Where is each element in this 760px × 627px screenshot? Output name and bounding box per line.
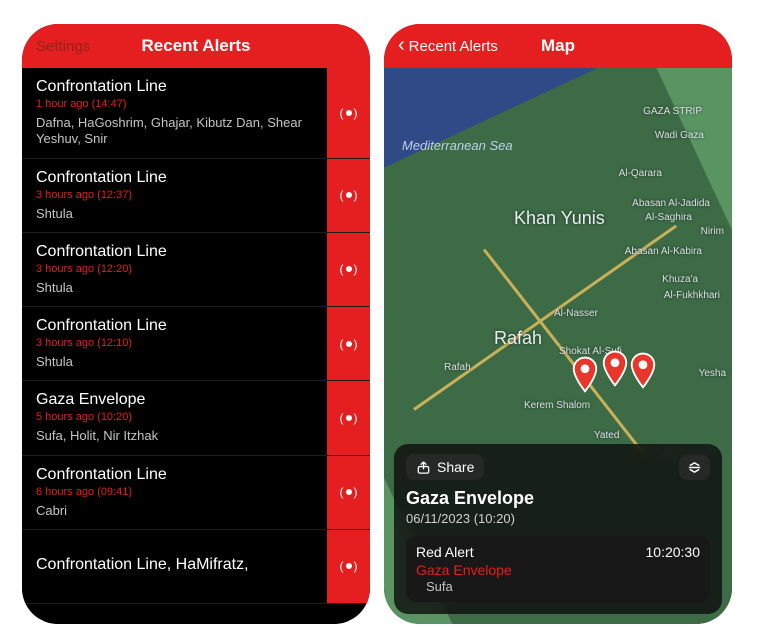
map-label-nirim: Nirim: [701, 226, 724, 237]
alert-row[interactable]: Confrontation Line 6 hours ago (09:41) C…: [22, 456, 370, 530]
map-label-yated: Yated: [594, 430, 619, 441]
map[interactable]: Mediterranean Sea GAZA STRIP Wadi Gaza A…: [384, 68, 732, 624]
alert-time: 10:20:30: [646, 544, 701, 560]
map-pin-icon[interactable]: [628, 352, 658, 390]
alert-detail-card: Share Gaza Envelope 06/11/2023 (10:20) R…: [394, 444, 722, 614]
alert-row[interactable]: Confrontation Line 1 hour ago (14:47) Da…: [22, 68, 370, 159]
alert-title: Confrontation Line: [36, 243, 312, 261]
settings-button[interactable]: Settings: [36, 38, 90, 55]
map-label-khuzaa: Khuza'a: [662, 274, 698, 285]
nav-bar: ‹ Recent Alerts Map: [384, 24, 732, 68]
alerts-list-screen: Settings Recent Alerts Confrontation Lin…: [22, 24, 370, 624]
alert-locations: Dafna, HaGoshrim, Ghajar, Kibutz Dan, Sh…: [36, 115, 312, 148]
sea-label: Mediterranean Sea: [402, 138, 513, 153]
alert-type: Red Alert: [416, 544, 474, 560]
alert-action-button[interactable]: (): [326, 530, 370, 603]
back-label: Recent Alerts: [409, 38, 498, 55]
alert-row[interactable]: Confrontation Line, HaMifratz, (): [22, 530, 370, 604]
alert-row[interactable]: Confrontation Line 3 hours ago (12:37) S…: [22, 159, 370, 233]
page-title: Map: [541, 36, 575, 56]
map-label-nasser: Al-Nasser: [554, 308, 598, 319]
alert-action-button[interactable]: (): [326, 456, 370, 529]
share-button[interactable]: Share: [406, 454, 484, 480]
nav-bar: Settings Recent Alerts: [22, 24, 370, 68]
collapse-button[interactable]: [679, 455, 710, 480]
broadcast-icon: (): [340, 559, 358, 573]
map-pin-icon[interactable]: [600, 350, 630, 388]
back-button[interactable]: ‹ Recent Alerts: [398, 37, 498, 55]
map-label-khan-yunis: Khan Yunis: [514, 208, 605, 229]
share-icon: [416, 460, 431, 475]
map-label-yesha: Yesha: [699, 368, 726, 379]
alert-time: 5 hours ago (10:20): [36, 411, 312, 423]
alert-time: 3 hours ago (12:20): [36, 263, 312, 275]
alert-row[interactable]: Confrontation Line 3 hours ago (12:20) S…: [22, 233, 370, 307]
alert-time: 6 hours ago (09:41): [36, 486, 312, 498]
map-label-abasan-k: Abasan Al-Kabira: [625, 246, 702, 257]
broadcast-icon: (): [340, 411, 358, 425]
broadcast-icon: (): [340, 106, 358, 120]
map-label-gaza-strip: GAZA STRIP: [643, 106, 702, 117]
map-label-kerem: Kerem Shalom: [524, 400, 590, 411]
map-pin-icon[interactable]: [570, 356, 600, 394]
map-label-wadi: Wadi Gaza: [655, 130, 704, 141]
alert-action-button[interactable]: (): [326, 159, 370, 232]
alert-title: Confrontation Line: [36, 78, 312, 96]
broadcast-icon: (): [340, 485, 358, 499]
alert-locations: Shtula: [36, 206, 312, 222]
map-screen: ‹ Recent Alerts Map Mediterranean Sea GA…: [384, 24, 732, 624]
alert-row[interactable]: Gaza Envelope 5 hours ago (10:20) Sufa, …: [22, 381, 370, 455]
broadcast-icon: (): [340, 337, 358, 351]
alert-title: Confrontation Line, HaMifratz,: [36, 556, 312, 574]
alert-locations: Sufa, Holit, Nir Itzhak: [36, 428, 312, 444]
alert-action-button[interactable]: (): [326, 68, 370, 158]
alert-subcard[interactable]: Red Alert 10:20:30 Gaza Envelope Sufa: [406, 536, 710, 602]
alert-action-button[interactable]: (): [326, 381, 370, 454]
alert-time: 3 hours ago (12:37): [36, 189, 312, 201]
map-label-fukhkhari: Al-Fukhkhari: [664, 290, 720, 301]
broadcast-icon: (): [340, 188, 358, 202]
card-title: Gaza Envelope: [406, 488, 710, 509]
map-label-rafah-big: Rafah: [494, 328, 542, 349]
card-datetime: 06/11/2023 (10:20): [406, 511, 710, 526]
alert-region: Gaza Envelope: [416, 562, 700, 578]
alert-locations: Shtula: [36, 354, 312, 370]
alert-action-button[interactable]: (): [326, 233, 370, 306]
settings-label: Settings: [36, 38, 90, 55]
alerts-list[interactable]: Confrontation Line 1 hour ago (14:47) Da…: [22, 68, 370, 624]
alert-title: Confrontation Line: [36, 169, 312, 187]
map-label-abasan-j: Abasan Al-Jadida: [632, 198, 710, 209]
alert-time: 3 hours ago (12:10): [36, 337, 312, 349]
alert-locations: Shtula: [36, 280, 312, 296]
share-label: Share: [437, 459, 474, 475]
map-label-rafah-sm: Rafah: [444, 362, 471, 373]
alert-title: Gaza Envelope: [36, 391, 312, 409]
alert-row[interactable]: Confrontation Line 3 hours ago (12:10) S…: [22, 307, 370, 381]
collapse-icon: [687, 460, 702, 475]
page-title: Recent Alerts: [142, 36, 251, 56]
alert-title: Confrontation Line: [36, 317, 312, 335]
broadcast-icon: (): [340, 262, 358, 276]
alert-locations: Cabri: [36, 503, 312, 519]
alert-title: Confrontation Line: [36, 466, 312, 484]
chevron-left-icon: ‹: [398, 35, 405, 55]
map-label-qarara: Al-Qarara: [619, 168, 662, 179]
alert-location: Sufa: [416, 579, 700, 594]
alert-time: 1 hour ago (14:47): [36, 98, 312, 110]
map-label-saghira: Al-Saghira: [645, 212, 692, 223]
alert-action-button[interactable]: (): [326, 307, 370, 380]
